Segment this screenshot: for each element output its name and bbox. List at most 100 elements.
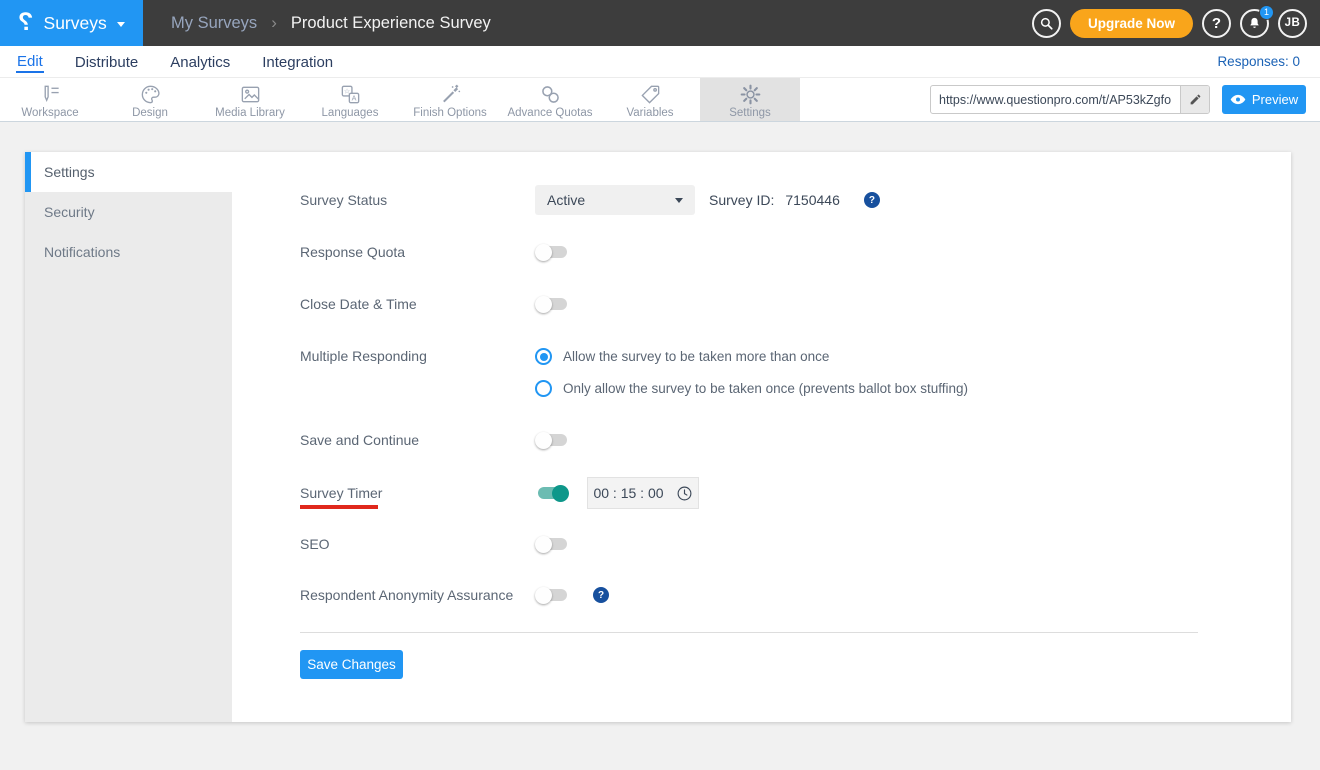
- form-divider: [300, 632, 1198, 633]
- settings-panel: Settings Security Notifications Survey S…: [25, 152, 1291, 722]
- survey-timer-value: 00 : 15 : 00: [593, 485, 664, 501]
- edit-toolbar: Workspace Design Media Library ☆ A Langua…: [0, 78, 1320, 122]
- design-icon: [141, 85, 160, 103]
- toolbar-item-finish-options[interactable]: Finish Options: [400, 78, 500, 121]
- multiple-responding-options: Allow the survey to be taken more than o…: [535, 348, 968, 397]
- toolbar-item-label: Variables: [626, 106, 674, 119]
- sidebar-item-security[interactable]: Security: [25, 192, 232, 232]
- toolbar-item-design[interactable]: Design: [100, 78, 200, 121]
- variables-icon: [640, 85, 659, 104]
- toolbar-item-variables[interactable]: Variables: [600, 78, 700, 121]
- svg-text:A: A: [351, 94, 356, 102]
- product-switcher[interactable]: ? Surveys: [0, 0, 143, 46]
- toolbar-item-media-library[interactable]: Media Library: [200, 78, 300, 121]
- survey-status-row: Survey Status Active Survey ID: 7150446 …: [300, 185, 880, 215]
- topbar-actions: Upgrade Now ? 1 JB: [1031, 4, 1320, 38]
- main-nav: Edit Distribute Analytics Integration Re…: [0, 46, 1320, 78]
- upgrade-now-button[interactable]: Upgrade Now: [1069, 8, 1193, 38]
- product-name: Surveys: [43, 12, 107, 33]
- preview-button-label: Preview: [1251, 92, 1299, 107]
- settings-sidebar: Settings Security Notifications: [25, 152, 232, 722]
- toolbar-item-settings[interactable]: Settings: [700, 78, 800, 121]
- survey-id-help-icon[interactable]: ?: [863, 192, 880, 208]
- toolbar-item-label: Finish Options: [413, 106, 487, 119]
- toolbar-item-label: Workspace: [21, 106, 79, 119]
- radio-only-once[interactable]: Only allow the survey to be taken once (…: [535, 380, 968, 397]
- survey-id-label: Survey ID:: [709, 192, 775, 208]
- tab-analytics[interactable]: Analytics: [169, 52, 231, 72]
- bell-icon: [1250, 17, 1259, 28]
- pencil-icon: [1190, 94, 1200, 105]
- radio-allow-multiple[interactable]: Allow the survey to be taken more than o…: [535, 348, 968, 365]
- survey-timer-label: Survey Timer: [300, 485, 383, 501]
- survey-status-label: Survey Status: [300, 192, 388, 208]
- seo-label: SEO: [300, 536, 330, 552]
- toolbar-item-label: Advance Quotas: [507, 106, 593, 119]
- eye-icon: [1230, 94, 1246, 105]
- survey-timer-annotation-underline: [300, 505, 378, 509]
- finish-options-icon: [442, 84, 460, 102]
- toolbar-item-advance-quotas[interactable]: Advance Quotas: [500, 78, 600, 121]
- clock-icon: [677, 486, 691, 500]
- radio-allow-multiple-label: Allow the survey to be taken more than o…: [563, 349, 830, 364]
- multiple-responding-row: Multiple Responding Allow the survey to …: [300, 348, 968, 397]
- close-date-toggle[interactable]: [535, 295, 569, 313]
- preview-button[interactable]: Preview: [1222, 85, 1306, 114]
- tab-edit[interactable]: Edit: [16, 51, 44, 73]
- survey-url-input[interactable]: [931, 86, 1180, 113]
- toolbar-item-label: Media Library: [215, 106, 285, 119]
- sidebar-item-notifications[interactable]: Notifications: [25, 232, 232, 272]
- anonymity-help-icon[interactable]: ?: [593, 587, 609, 603]
- tab-integration[interactable]: Integration: [261, 52, 334, 72]
- survey-timer-toggle[interactable]: [535, 484, 569, 502]
- chevron-down-icon: [116, 21, 125, 27]
- close-date-row: Close Date & Time: [300, 289, 569, 319]
- questionpro-logo-icon: ?: [18, 7, 34, 36]
- languages-icon: ☆A: [341, 85, 359, 103]
- radio-unselected-icon: [535, 380, 552, 397]
- anonymity-toggle[interactable]: [535, 586, 569, 604]
- workspace-icon: [44, 85, 59, 102]
- seo-row: SEO: [300, 529, 569, 559]
- settings-icon: [740, 84, 760, 104]
- multiple-responding-label: Multiple Responding: [300, 348, 427, 364]
- user-avatar[interactable]: JB: [1278, 8, 1307, 38]
- close-date-label: Close Date & Time: [300, 296, 417, 312]
- help-button[interactable]: ?: [1202, 8, 1231, 38]
- toolbar-item-label: Settings: [729, 106, 771, 119]
- radio-only-once-label: Only allow the survey to be taken once (…: [563, 381, 968, 396]
- save-continue-label: Save and Continue: [300, 432, 420, 448]
- survey-timer-input[interactable]: 00 : 15 : 00: [587, 477, 699, 509]
- media-library-icon: [241, 86, 259, 102]
- radio-selected-icon: [535, 348, 552, 365]
- advance-quotas-icon: [541, 85, 559, 103]
- tab-distribute[interactable]: Distribute: [74, 52, 139, 72]
- survey-status-dropdown[interactable]: Active: [535, 185, 695, 215]
- response-quota-row: Response Quota: [300, 237, 569, 267]
- survey-link-group: Preview: [930, 85, 1306, 114]
- response-quota-label: Response Quota: [300, 244, 406, 260]
- survey-status-value: Active: [547, 192, 586, 208]
- edit-url-button[interactable]: [1180, 86, 1209, 113]
- breadcrumb: My Surveys › Product Experience Survey: [171, 13, 491, 33]
- toolbar-item-label: Design: [132, 106, 168, 119]
- notification-count-badge: 1: [1259, 4, 1274, 20]
- toolbar-item-languages[interactable]: ☆ A Languages: [300, 78, 400, 121]
- save-continue-row: Save and Continue: [300, 425, 569, 455]
- save-changes-button[interactable]: Save Changes: [300, 650, 403, 679]
- responses-count: Responses: 0: [1217, 54, 1300, 69]
- anonymity-label: Respondent Anonymity Assurance: [300, 587, 514, 603]
- top-bar: ? Surveys My Surveys › Product Experienc…: [0, 0, 1320, 46]
- notifications-button[interactable]: 1: [1240, 4, 1274, 38]
- toolbar-item-workspace[interactable]: Workspace: [0, 78, 100, 121]
- search-icon: [1040, 17, 1053, 30]
- seo-toggle[interactable]: [535, 535, 569, 553]
- toolbar-item-label: Languages: [321, 106, 379, 119]
- sidebar-item-settings[interactable]: Settings: [25, 152, 232, 192]
- response-quota-toggle[interactable]: [535, 243, 569, 261]
- save-continue-toggle[interactable]: [535, 431, 569, 449]
- breadcrumb-separator-icon: ›: [271, 13, 277, 32]
- breadcrumb-my-surveys[interactable]: My Surveys: [171, 14, 257, 33]
- survey-id-value: 7150446: [785, 192, 840, 208]
- search-button[interactable]: [1031, 8, 1061, 38]
